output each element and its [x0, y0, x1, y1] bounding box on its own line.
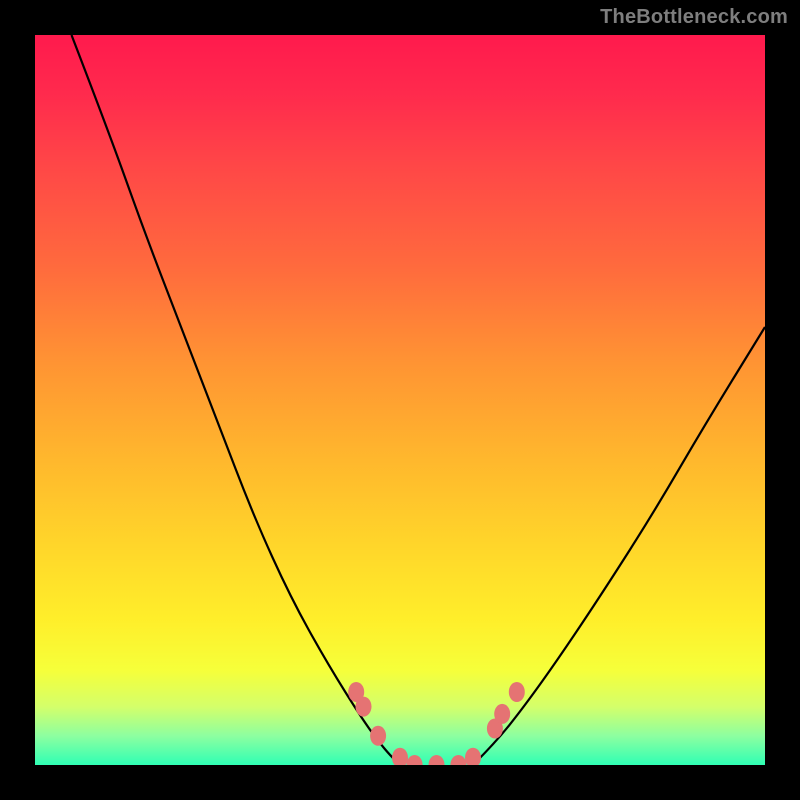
trough-marker: [392, 748, 408, 765]
chart-svg: [35, 35, 765, 765]
trough-marker: [356, 697, 372, 717]
trough-marker: [370, 726, 386, 746]
trough-marker: [509, 682, 525, 702]
trough-marker: [450, 755, 466, 765]
chart-frame: TheBottleneck.com: [0, 0, 800, 800]
plot-area: [35, 35, 765, 765]
curve-left: [72, 35, 401, 765]
watermark-text: TheBottleneck.com: [600, 6, 788, 29]
trough-marker: [407, 755, 423, 765]
trough-marker: [429, 755, 445, 765]
trough-marker: [494, 704, 510, 724]
trough-marker: [465, 748, 481, 765]
trough-markers: [348, 682, 525, 765]
